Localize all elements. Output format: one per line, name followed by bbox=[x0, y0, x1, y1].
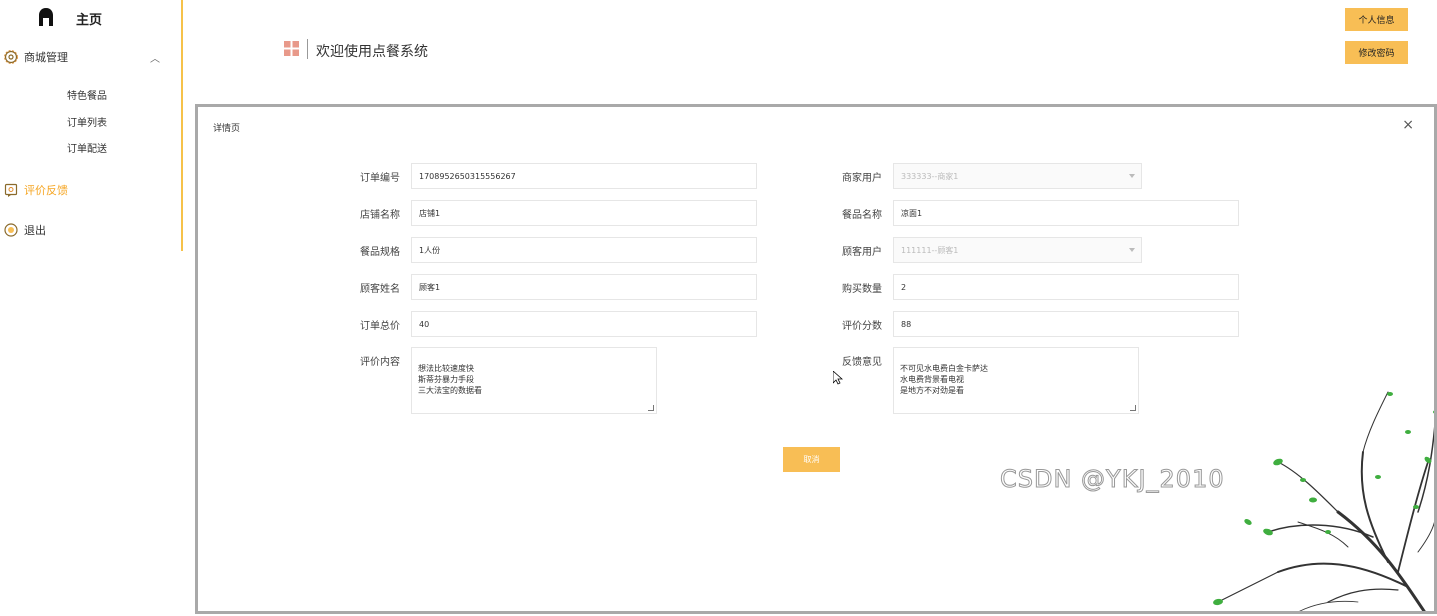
customer-name-field[interactable]: 顾客1 bbox=[411, 274, 757, 300]
tree-illustration bbox=[1213, 391, 1434, 611]
change-password-button[interactable]: 修改密码 bbox=[1345, 41, 1408, 64]
page-title: 欢迎使用点餐系统 bbox=[316, 44, 428, 60]
chevron-up-icon: ︿ bbox=[150, 53, 160, 65]
customer-user-select[interactable]: 111111--顾客1 bbox=[893, 237, 1142, 263]
customer-name-label: 顾客姓名 bbox=[360, 284, 400, 295]
home-icon bbox=[39, 8, 53, 26]
sidebar-subitem-delivery[interactable]: 订单配送 bbox=[67, 140, 107, 155]
feedback-label: 反馈意见 bbox=[842, 357, 882, 368]
customer-user-label: 顾客用户 bbox=[842, 247, 882, 258]
score-field[interactable]: 88 bbox=[893, 311, 1239, 337]
sidebar-item-feedback[interactable]: 评价反馈 bbox=[0, 179, 181, 201]
order-no-field[interactable]: 1708952650315556267 bbox=[411, 163, 757, 189]
gear-icon bbox=[4, 50, 18, 64]
logout-icon bbox=[4, 223, 18, 237]
dish-field[interactable]: 凉面1 bbox=[893, 200, 1239, 226]
resize-grip-icon[interactable] bbox=[648, 405, 654, 411]
sidebar-item-logout-label: 退出 bbox=[24, 224, 46, 237]
spec-label: 餐品规格 bbox=[360, 247, 400, 258]
quantity-label: 购买数量 bbox=[842, 284, 882, 295]
total-field[interactable]: 40 bbox=[411, 311, 757, 337]
close-icon[interactable]: × bbox=[1402, 117, 1414, 133]
detail-modal: 详情页 × 订单编号 1708952650315556267 商家用户 3333… bbox=[195, 104, 1437, 614]
feedback-text: 不可见水电费白金卡萨达 水电费背景看电视 是地方不对劲是看 bbox=[900, 364, 988, 395]
review-label: 评价内容 bbox=[360, 357, 400, 368]
feedback-icon bbox=[4, 183, 18, 197]
modal-title: 详情页 bbox=[213, 124, 241, 134]
dropdown-arrow-icon bbox=[1129, 248, 1135, 252]
shop-field[interactable]: 店铺1 bbox=[411, 200, 757, 226]
review-text: 想法比较速度快 斯蒂芬暴力手段 三大法宝的数据看 bbox=[418, 364, 482, 395]
cancel-button[interactable]: 取消 bbox=[783, 447, 840, 472]
sidebar-item-logout[interactable]: 退出 bbox=[0, 219, 181, 241]
score-label: 评价分数 bbox=[842, 321, 882, 332]
sidebar: 主页 商城管理 ︿ 特色餐品 订单列表 订单配送 评价反馈 退出 bbox=[0, 0, 183, 251]
dropdown-arrow-icon bbox=[1129, 174, 1135, 178]
sidebar-item-feedback-label: 评价反馈 bbox=[24, 184, 68, 197]
dish-label: 餐品名称 bbox=[842, 210, 882, 221]
merchant-select-value: 333333--商家1 bbox=[901, 171, 959, 181]
sidebar-item-mall[interactable]: 商城管理 ︿ bbox=[0, 46, 181, 68]
grid-icon bbox=[284, 41, 299, 56]
spec-field[interactable]: 1人份 bbox=[411, 237, 757, 263]
merchant-label: 商家用户 bbox=[842, 173, 882, 184]
quantity-field[interactable]: 2 bbox=[893, 274, 1239, 300]
total-label: 订单总价 bbox=[360, 321, 400, 332]
header-divider bbox=[307, 39, 308, 59]
customer-user-select-value: 111111--顾客1 bbox=[901, 245, 959, 255]
merchant-select[interactable]: 333333--商家1 bbox=[893, 163, 1142, 189]
review-textarea[interactable]: 想法比较速度快 斯蒂芬暴力手段 三大法宝的数据看 bbox=[411, 347, 657, 414]
sidebar-subitem-orders[interactable]: 订单列表 bbox=[67, 114, 107, 129]
sidebar-subitem-featured[interactable]: 特色餐品 bbox=[67, 87, 107, 102]
home-label: 主页 bbox=[76, 13, 103, 28]
sidebar-home[interactable]: 主页 bbox=[0, 0, 181, 36]
profile-button[interactable]: 个人信息 bbox=[1345, 8, 1408, 31]
sidebar-item-mall-label: 商城管理 bbox=[24, 51, 68, 64]
watermark: CSDN @YKJ_2010 bbox=[1000, 465, 1225, 494]
shop-label: 店铺名称 bbox=[360, 210, 400, 221]
order-no-label: 订单编号 bbox=[360, 173, 400, 184]
cursor-icon bbox=[833, 371, 843, 385]
